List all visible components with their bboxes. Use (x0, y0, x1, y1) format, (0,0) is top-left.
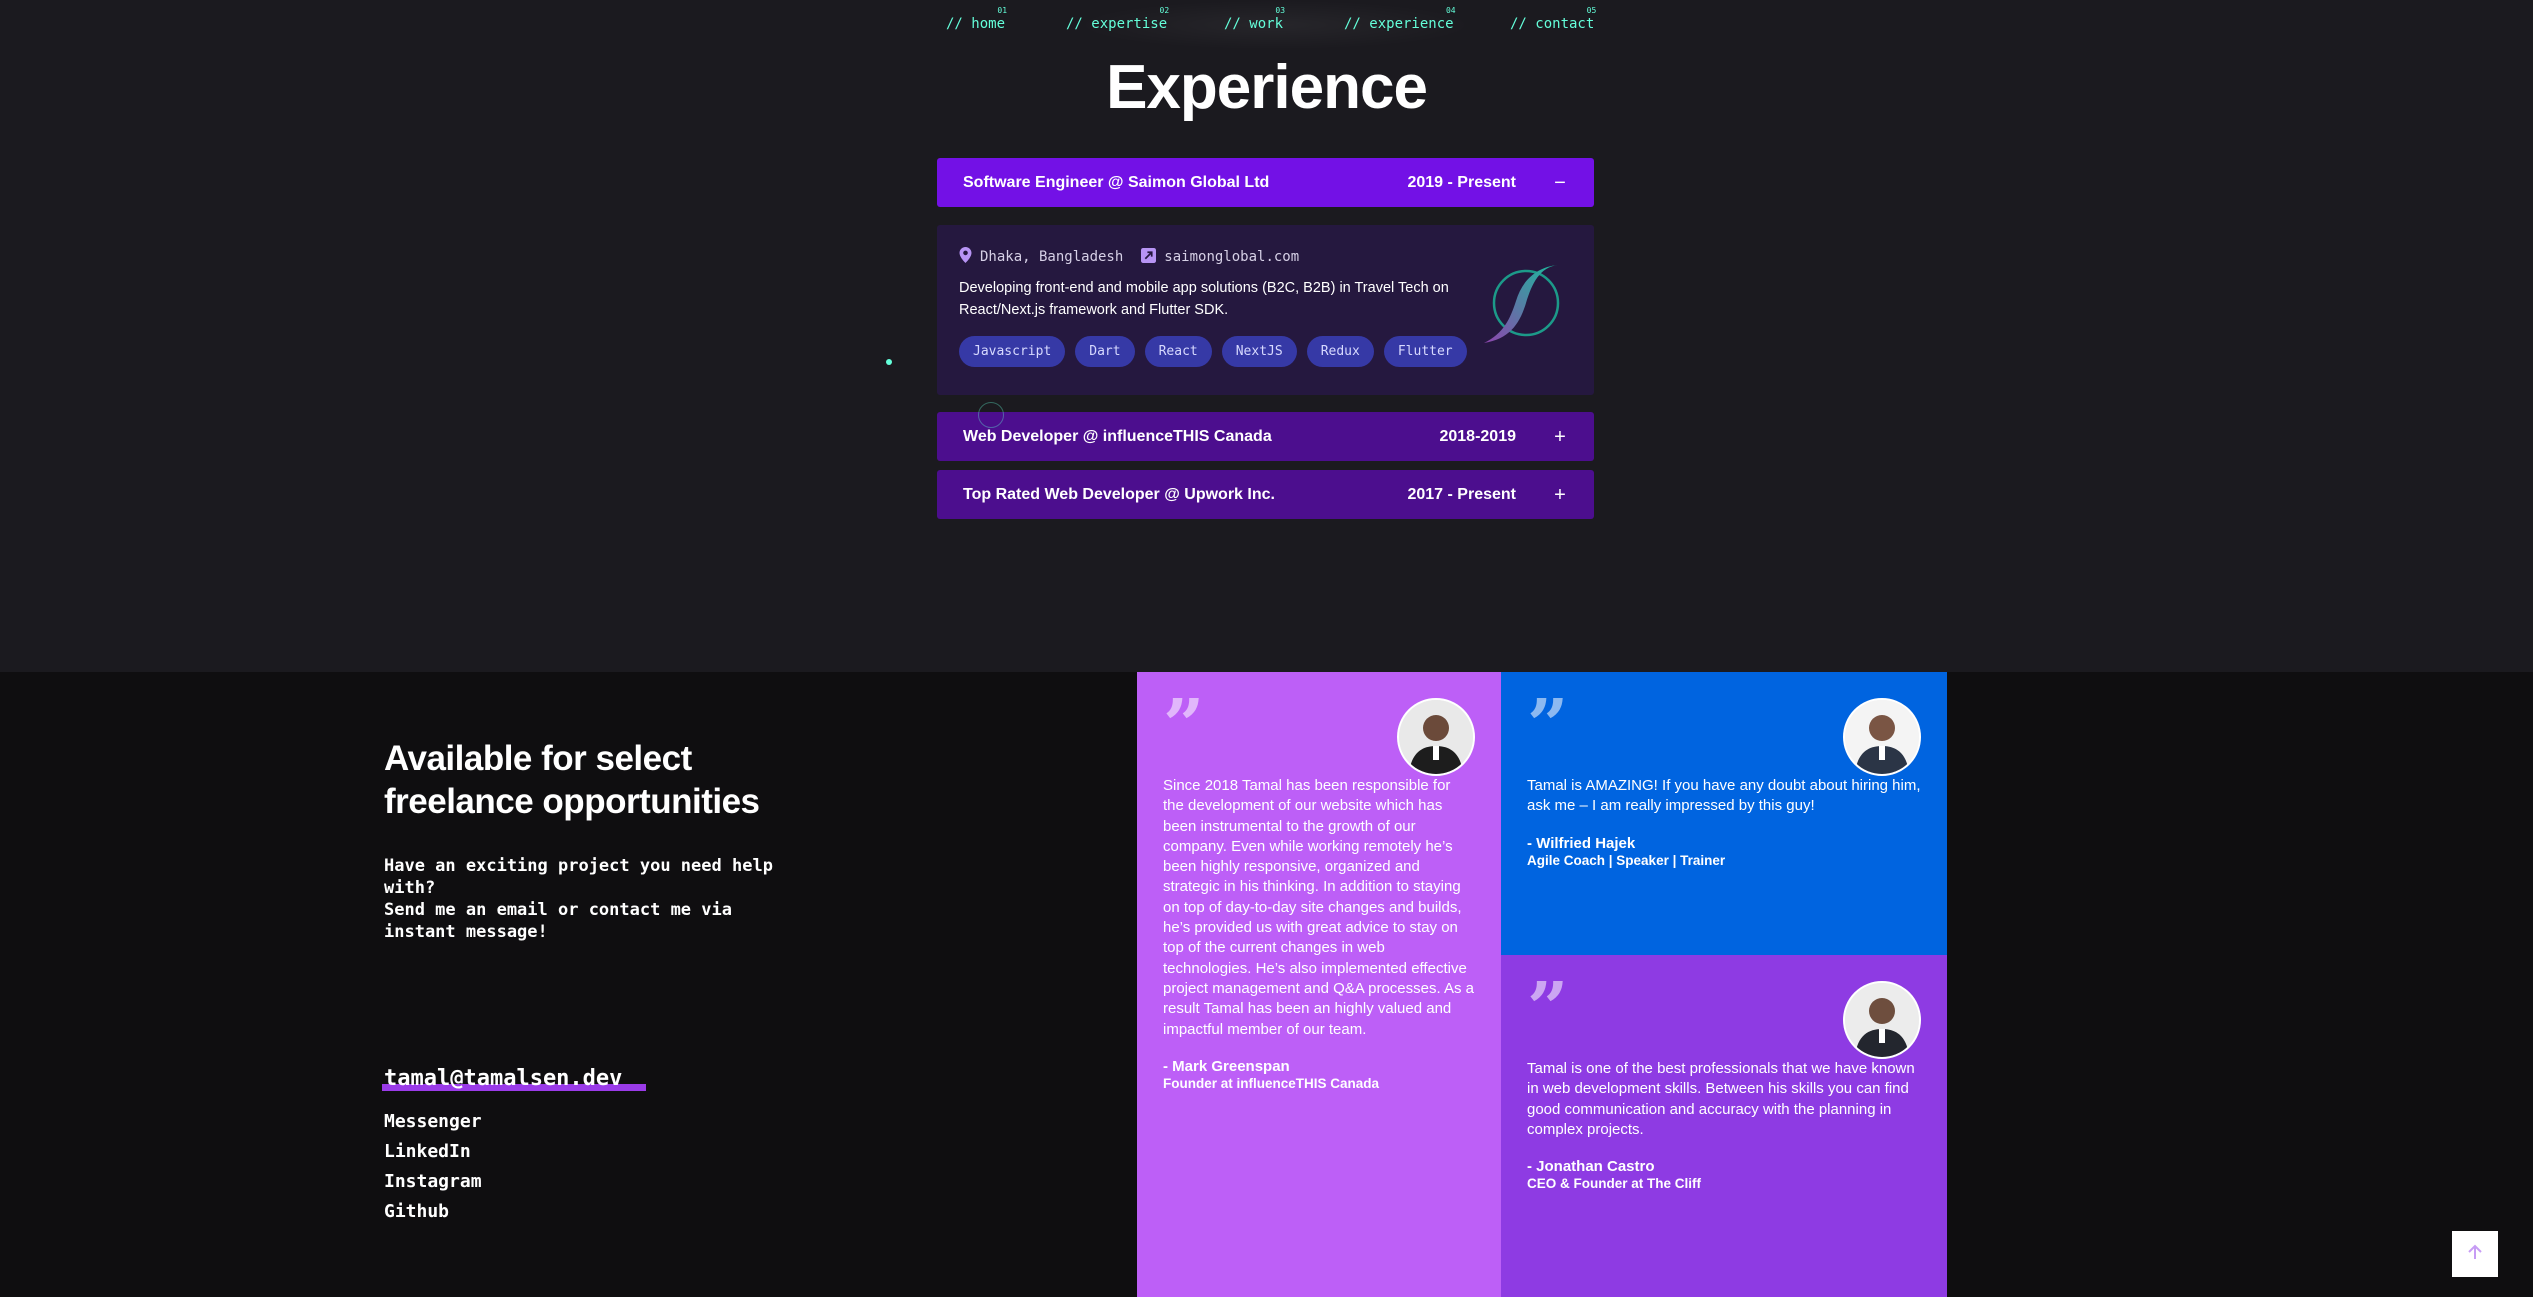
expand-icon[interactable]: + (1552, 427, 1568, 447)
nav-number: 04 (1445, 6, 1456, 15)
link-icon (1141, 247, 1157, 267)
testimonial-card: ” Tamal is AMAZING! If you have any doub… (1501, 672, 1947, 955)
nav-link-work[interactable]: // work 03 (1224, 6, 1285, 32)
testimonial-role: Founder at influenceTHIS Canada (1163, 1075, 1380, 1091)
testimonial-role: CEO & Founder at The Cliff (1527, 1176, 1701, 1192)
avatar (1843, 698, 1921, 776)
nav-label: // work (1224, 16, 1284, 32)
testimonial-author: - Mark Greenspan (1163, 1057, 1290, 1075)
accordion-header-upwork[interactable]: Top Rated Web Developer @ Upwork Inc. 20… (937, 470, 1594, 519)
testimonial-quote: Since 2018 Tamal has been responsible fo… (1163, 777, 1475, 1038)
map-pin-icon (959, 247, 972, 267)
avatar (1397, 698, 1475, 776)
job-date: 2017 - Present (1407, 485, 1516, 503)
testimonial-card: ” Since 2018 Tamal has been responsible … (1137, 672, 1501, 1297)
testimonial-quote: Tamal is AMAZING! If you have any doubt … (1527, 777, 1921, 815)
messenger-link[interactable]: Messenger (384, 1111, 482, 1132)
job-description: Developing front-end and mobile app solu… (959, 280, 1449, 318)
accordion-header-saimon[interactable]: Software Engineer @ Saimon Global Ltd 20… (937, 158, 1594, 207)
nav-number: 03 (1275, 6, 1286, 15)
job-title: Top Rated Web Developer @ Upwork Inc. (963, 485, 1275, 503)
job-title: Web Developer @ influenceTHIS Canada (963, 427, 1272, 445)
nav-link-experience[interactable]: // experience 04 (1344, 6, 1456, 32)
cursor-ring (978, 402, 1004, 428)
availability-heading: Available for select freelance opportuni… (384, 739, 760, 821)
tech-tag: Redux (1306, 336, 1374, 367)
collapse-icon[interactable]: − (1552, 173, 1568, 193)
testimonial-author: - Jonathan Castro (1527, 1158, 1655, 1176)
tech-tag: NextJS (1221, 336, 1297, 367)
testimonial-role: Agile Coach | Speaker | Trainer (1527, 852, 1726, 868)
nav-number: 05 (1586, 6, 1597, 15)
scroll-top-button[interactable] (2452, 1231, 2498, 1277)
tech-tag: React (1144, 336, 1212, 367)
email-link[interactable]: tamal@tamalsen.dev (384, 1066, 622, 1091)
nav-number: 01 (997, 6, 1008, 15)
job-location: Dhaka, Bangladesh (980, 249, 1124, 265)
nav-label: // home (946, 16, 1006, 32)
job-date: 2019 - Present (1407, 173, 1516, 191)
section-title-experience: Experience (1106, 53, 1428, 122)
accordion-header-influencethis[interactable]: Web Developer @ influenceTHIS Canada 201… (937, 412, 1594, 461)
arrow-up-icon (2466, 1243, 2484, 1266)
job-date: 2018-2019 (1439, 427, 1516, 445)
github-link[interactable]: Github (384, 1201, 449, 1222)
nav-label: // experience (1344, 16, 1454, 32)
tech-tag: Javascript (959, 336, 1066, 367)
nav-label: // expertise (1066, 16, 1168, 32)
expand-icon[interactable]: + (1552, 485, 1568, 505)
linkedin-link[interactable]: LinkedIn (384, 1141, 471, 1162)
tech-tag: Flutter (1383, 336, 1467, 367)
accordion-body-saimon: Dhaka, Bangladesh saimonglobal.com Devel… (937, 225, 1594, 395)
testimonial-quote: Tamal is one of the best professionals t… (1527, 1060, 1915, 1138)
cursor-dot (886, 359, 892, 365)
tech-tag: Dart (1075, 336, 1135, 367)
contact-pitch: Have an exciting project you need help w… (384, 856, 773, 942)
instagram-link[interactable]: Instagram (384, 1171, 482, 1192)
nav-link-expertise[interactable]: // expertise 02 (1066, 6, 1169, 32)
nav-number: 02 (1159, 6, 1170, 15)
company-logo (1480, 263, 1572, 352)
nav-link-home[interactable]: // home 01 (946, 6, 1007, 32)
job-website-link[interactable]: saimonglobal.com (1164, 249, 1299, 265)
avatar (1843, 981, 1921, 1059)
testimonial-author: - Wilfried Hajek (1527, 834, 1636, 852)
job-title: Software Engineer @ Saimon Global Ltd (963, 173, 1270, 191)
nav-link-contact[interactable]: // contact 05 (1510, 6, 1596, 32)
nav-label: // contact (1510, 16, 1595, 32)
testimonial-card: ” Tamal is one of the best professionals… (1501, 955, 1947, 1297)
